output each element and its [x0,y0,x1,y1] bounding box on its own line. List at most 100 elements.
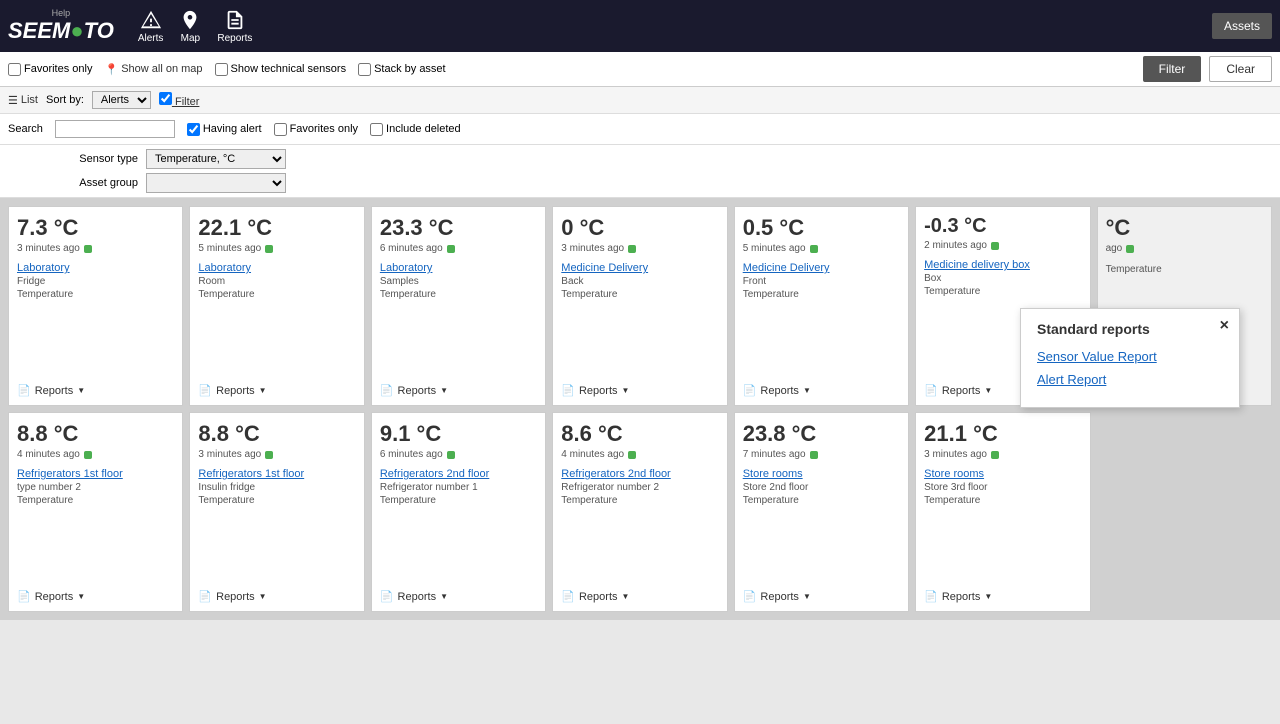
asset-card: 0.5 °C 5 minutes ago Medicine Delivery F… [734,206,909,406]
filter-tag[interactable]: Filter [159,92,200,108]
reports-button[interactable]: 📄 Reports ▼ [198,384,355,397]
asset-name[interactable]: Medicine delivery box [924,259,1081,271]
show-technical-sensors-check[interactable]: Show technical sensors [215,63,347,76]
asset-sub: type number 2 [17,482,174,493]
temp-value: 23.3 °C [380,215,537,241]
map-nav-item[interactable]: Map [179,9,201,44]
status-dot [628,451,636,459]
include-deleted-check[interactable]: Include deleted [370,123,461,136]
filter-button[interactable]: Filter [1143,56,1202,82]
time-ago: 3 minutes ago [17,243,174,254]
temp-value: 22.1 °C [198,215,355,241]
alerts-nav-item[interactable]: Alerts [138,9,164,44]
status-dot [84,451,92,459]
asset-name[interactable]: Refrigerators 1st floor [17,468,174,480]
chevron-down-icon: ▼ [803,386,811,395]
asset-sub: Samples [380,276,537,287]
clear-button[interactable]: Clear [1209,56,1272,82]
time-ago: 3 minutes ago [924,449,1081,460]
time-ago: 5 minutes ago [743,243,900,254]
popup-close-button[interactable]: × [1220,317,1229,335]
asset-group-select[interactable] [146,173,286,193]
temp-value: 9.1 °C [380,421,537,447]
asset-type: Temperature [561,289,718,300]
search-input[interactable] [55,120,175,138]
asset-name[interactable]: Laboratory [198,262,355,274]
temp-value: 0.5 °C [743,215,900,241]
sort-select[interactable]: Alerts [92,91,151,109]
status-dot [991,451,999,459]
asset-name[interactable]: Medicine Delivery [561,262,718,274]
asset-sub: Insulin fridge [198,482,355,493]
status-dot [810,245,818,253]
asset-type: Temperature [743,495,900,506]
asset-name[interactable]: Refrigerators 1st floor [198,468,355,480]
doc-icon: 📄 [743,384,757,397]
reports-button[interactable]: 📄 Reports ▼ [561,384,718,397]
chevron-down-icon: ▼ [622,386,630,395]
asset-name[interactable]: Medicine Delivery [743,262,900,274]
chevron-down-icon: ▼ [803,592,811,601]
time-ago: 4 minutes ago [17,449,174,460]
sensor-type-select[interactable]: Temperature, °C [146,149,286,169]
asset-name[interactable]: Laboratory [380,262,537,274]
show-all-on-map[interactable]: 📍 Show all on map [104,63,202,76]
sensor-type-label: Sensor type [8,153,138,165]
asset-sub: Fridge [17,276,174,287]
list-view-button[interactable]: ☰ List [8,94,38,107]
temp-value: °C [1106,215,1263,241]
asset-type: Temperature [198,289,355,300]
temp-value: 23.8 °C [743,421,900,447]
time-ago: 3 minutes ago [198,449,355,460]
asset-name[interactable]: Refrigerators 2nd floor [561,468,718,480]
logo-area: Help SEEM●TO [8,8,114,44]
favorites-only-check[interactable]: Favorites only [8,63,92,76]
reports-button[interactable]: 📄 Reports ▼ [561,590,718,603]
reports-button[interactable]: 📄 Reports ▼ [17,590,174,603]
asset-sub: Box [924,273,1081,284]
asset-sub: Front [743,276,900,287]
temp-value: 21.1 °C [924,421,1081,447]
asset-name[interactable]: Store rooms [924,468,1081,480]
asset-card: 7.3 °C 3 minutes ago Laboratory Fridge T… [8,206,183,406]
sensor-value-report-link[interactable]: Sensor Value Report [1037,349,1223,364]
asset-sub: Store 3rd floor [924,482,1081,493]
doc-icon: 📄 [198,384,212,397]
temp-value: -0.3 °C [924,215,1081,238]
chevron-down-icon: ▼ [440,592,448,601]
status-dot [628,245,636,253]
having-alert-check[interactable]: Having alert [187,123,262,136]
reports-button[interactable]: 📄 Reports ▼ [380,590,537,603]
reports-button[interactable]: 📄 Reports ▼ [198,590,355,603]
time-ago: 5 minutes ago [198,243,355,254]
reports-nav-item[interactable]: Reports [217,9,252,44]
asset-name[interactable]: Laboratory [17,262,174,274]
asset-grid: 7.3 °C 3 minutes ago Laboratory Fridge T… [0,198,1280,620]
stack-by-asset-checkbox[interactable] [358,63,371,76]
temp-value: 7.3 °C [17,215,174,241]
alert-report-link[interactable]: Alert Report [1037,372,1223,387]
assets-button[interactable]: Assets [1212,13,1272,39]
reports-button[interactable]: 📄 Reports ▼ [380,384,537,397]
reports-button[interactable]: 📄 Reports ▼ [743,384,900,397]
doc-icon: 📄 [924,384,938,397]
stack-by-asset-check[interactable]: Stack by asset [358,63,446,76]
reports-button[interactable]: 📄 Reports ▼ [17,384,174,397]
chevron-down-icon: ▼ [77,592,85,601]
fav-only-check2[interactable]: Favorites only [274,123,358,136]
reports-button[interactable]: 📄 Reports ▼ [743,590,900,603]
asset-card: 21.1 °C 3 minutes ago Store rooms Store … [915,412,1090,612]
asset-name[interactable]: Refrigerators 2nd floor [380,468,537,480]
asset-name[interactable]: Store rooms [743,468,900,480]
asset-type: Temperature [380,495,537,506]
doc-icon: 📄 [380,590,394,603]
asset-type: Temperature [198,495,355,506]
status-dot [1126,245,1134,253]
asset-type: Temperature [380,289,537,300]
doc-icon: 📄 [924,590,938,603]
asset-type: Temperature [924,495,1081,506]
show-technical-sensors-checkbox[interactable] [215,63,228,76]
time-ago: 7 minutes ago [743,449,900,460]
favorites-only-checkbox[interactable] [8,63,21,76]
reports-button[interactable]: 📄 Reports ▼ [924,590,1081,603]
